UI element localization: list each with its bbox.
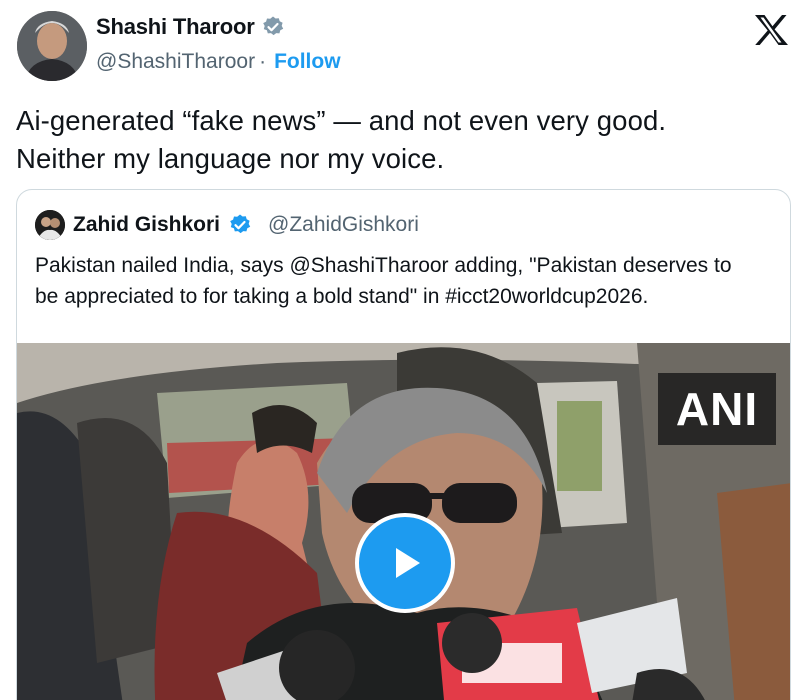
quoted-text-line: be appreciated to for taking a bold stan… <box>35 285 649 308</box>
video-player[interactable]: ANI <box>17 343 790 700</box>
author-avatar[interactable] <box>17 11 87 81</box>
quoted-author-handle[interactable]: @ZahidGishkori <box>268 213 419 237</box>
author-handle[interactable]: @ShashiTharoor <box>96 50 255 74</box>
ani-watermark: ANI <box>658 373 776 445</box>
author-display-name[interactable]: Shashi Tharoor <box>96 14 255 40</box>
verified-badge-icon <box>230 214 251 234</box>
quoted-tweet-card[interactable]: Zahid Gishkori @ZahidGishkori Pakistan n… <box>16 189 791 700</box>
quoted-text-line: Pakistan nailed India, says @ShashiTharo… <box>35 254 732 277</box>
quoted-author-avatar[interactable] <box>35 210 65 240</box>
follow-button[interactable]: Follow <box>274 50 341 74</box>
tweet-text: Ai-generated “fake news” — and not even … <box>16 102 796 178</box>
x-logo-icon[interactable] <box>753 14 789 46</box>
quoted-author-avatar-image <box>35 210 65 240</box>
tweet-header: Shashi Tharoor @ShashiTharoor · Follow <box>0 0 810 100</box>
tweet-text-line: Ai-generated “fake news” — and not even … <box>16 105 667 136</box>
handle-separator: · <box>259 50 267 73</box>
tweet-text-line: Neither my language nor my voice. <box>16 143 445 174</box>
verified-badge-icon <box>262 16 283 36</box>
play-icon <box>396 548 420 578</box>
quoted-author-name[interactable]: Zahid Gishkori <box>73 213 220 237</box>
play-button[interactable] <box>355 513 455 613</box>
quoted-tweet-text: Pakistan nailed India, says @ShashiTharo… <box>35 250 775 312</box>
author-avatar-image <box>17 11 87 81</box>
